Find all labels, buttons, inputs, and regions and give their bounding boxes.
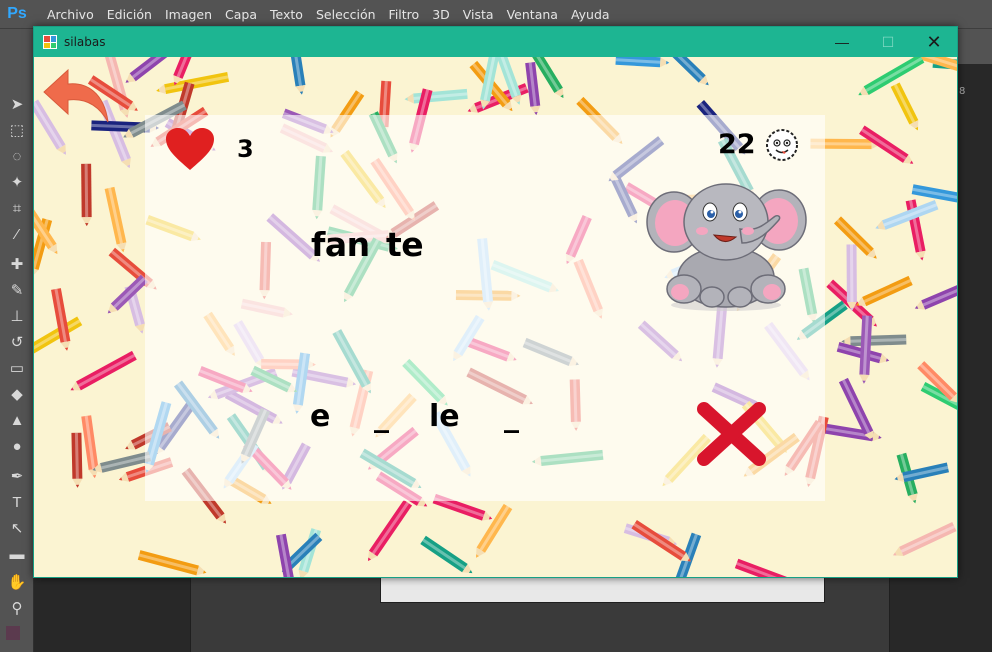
- move-tool-icon[interactable]: ➤: [6, 94, 28, 114]
- crop-tool-icon[interactable]: ⌗: [6, 198, 28, 218]
- magic-wand-tool-icon[interactable]: ✦: [6, 172, 28, 192]
- window-title: silabas: [64, 35, 106, 49]
- hand-tool-icon[interactable]: ✋: [6, 572, 28, 592]
- blur-tool-icon[interactable]: ▲: [6, 410, 28, 430]
- menu-capa[interactable]: Capa: [225, 7, 257, 22]
- menu-seleccion[interactable]: Selección: [316, 7, 376, 22]
- maximize-button[interactable]: ☐: [865, 27, 911, 57]
- pencil-decoration: [855, 275, 913, 307]
- dodge-tool-icon[interactable]: ●: [6, 436, 28, 456]
- eraser-tool-icon[interactable]: ▭: [6, 358, 28, 378]
- elephant-image: [646, 183, 807, 311]
- healing-tool-icon[interactable]: ✚: [6, 254, 28, 274]
- back-arrow-icon[interactable]: [42, 64, 112, 124]
- pencil-decoration: [846, 244, 857, 311]
- pencil-decoration: [104, 186, 127, 253]
- pencil-decoration: [404, 88, 468, 104]
- pencil-decoration: [734, 558, 794, 577]
- eyedropper-tool-icon[interactable]: ⁄: [6, 224, 28, 244]
- minimize-button[interactable]: —: [819, 27, 865, 57]
- photoshop-toolbar: ➤ ⬚ ◌ ✦ ⌗ ⁄ ✚ ✎ ⊥ ↺ ▭ ◆ ▲ ● ✒ T ↖ ▬ ✋ ⚲: [0, 64, 34, 652]
- pencil-decoration: [667, 57, 709, 86]
- app-icon: [43, 35, 57, 49]
- menu-texto[interactable]: Texto: [270, 7, 303, 22]
- pencil-decoration: [914, 279, 957, 310]
- window-titlebar[interactable]: silabas — ☐ ✕: [34, 27, 957, 57]
- menu-edicion[interactable]: Edición: [107, 7, 152, 22]
- menu-vista[interactable]: Vista: [463, 7, 494, 22]
- pencil-decoration: [137, 550, 207, 576]
- menu-archivo[interactable]: Archivo: [47, 7, 94, 22]
- lives-counter: 3: [237, 135, 254, 163]
- pencil-decoration: [823, 423, 882, 442]
- paint-bucket-tool-icon[interactable]: ◆: [6, 384, 28, 404]
- type-tool-icon[interactable]: T: [6, 492, 28, 512]
- answer-slot-3[interactable]: le: [429, 399, 460, 434]
- answer-slot-4[interactable]: _: [504, 399, 519, 434]
- path-selection-tool-icon[interactable]: ↖: [6, 518, 28, 538]
- foreground-color-swatch[interactable]: [6, 626, 20, 640]
- clock-icon: [766, 129, 798, 161]
- pencil-decoration: [890, 82, 919, 131]
- pencil-decoration: [286, 57, 306, 95]
- zoom-tool-icon[interactable]: ⚲: [6, 598, 28, 618]
- lasso-tool-icon[interactable]: ◌: [6, 146, 28, 166]
- pencil-decoration: [875, 200, 939, 230]
- pencil-decoration: [71, 432, 83, 488]
- brush-tool-icon[interactable]: ✎: [6, 280, 28, 300]
- answer-slot-1[interactable]: e: [310, 399, 330, 434]
- pencil-decoration: [51, 288, 71, 351]
- pencil-decoration: [893, 522, 957, 556]
- stamp-tool-icon[interactable]: ⊥: [6, 306, 28, 326]
- pen-tool-icon[interactable]: ✒: [6, 466, 28, 486]
- background-document-page: [380, 577, 825, 603]
- menu-imagen[interactable]: Imagen: [165, 7, 212, 22]
- pencil-decoration: [917, 361, 957, 404]
- menu-ayuda[interactable]: Ayuda: [571, 7, 610, 22]
- heart-icon: [166, 128, 214, 170]
- pencil-decoration: [420, 535, 473, 574]
- photoshop-menubar: Ps Archivo Edición Imagen Capa Texto Sel…: [0, 0, 992, 28]
- pencil-decoration: [859, 315, 873, 384]
- wrong-mark-icon: [697, 402, 766, 466]
- pencil-decoration: [70, 350, 137, 391]
- pencil-decoration: [615, 57, 670, 68]
- pencil-decoration: [858, 57, 925, 96]
- game-window: silabas — ☐ ✕ 3 22 fan te e _ le _: [33, 26, 958, 578]
- answer-slot-2[interactable]: _: [374, 399, 389, 434]
- pencil-decoration: [81, 163, 92, 227]
- history-brush-tool-icon[interactable]: ↺: [6, 332, 28, 352]
- marquee-tool-icon[interactable]: ⬚: [6, 120, 28, 140]
- ruler-mark: 8: [959, 86, 966, 97]
- timer-counter: 22: [718, 129, 756, 160]
- syllable-tile-1[interactable]: fan: [311, 225, 370, 264]
- pencil-decoration: [631, 520, 691, 562]
- pencil-decoration: [833, 216, 877, 259]
- shape-tool-icon[interactable]: ▬: [6, 544, 28, 564]
- syllable-tile-2[interactable]: te: [386, 225, 424, 264]
- pencil-decoration: [125, 57, 168, 83]
- close-button[interactable]: ✕: [911, 27, 957, 57]
- menu-3d[interactable]: 3D: [432, 7, 450, 22]
- game-area: 3 22 fan te e _ le _: [34, 57, 957, 577]
- photoshop-logo: Ps: [7, 5, 27, 22]
- pencil-decoration: [841, 334, 907, 347]
- pencil-decoration: [367, 499, 413, 561]
- pencil-decoration: [525, 62, 541, 116]
- menu-ventana[interactable]: Ventana: [507, 7, 558, 22]
- menu-filtro[interactable]: Filtro: [389, 7, 420, 22]
